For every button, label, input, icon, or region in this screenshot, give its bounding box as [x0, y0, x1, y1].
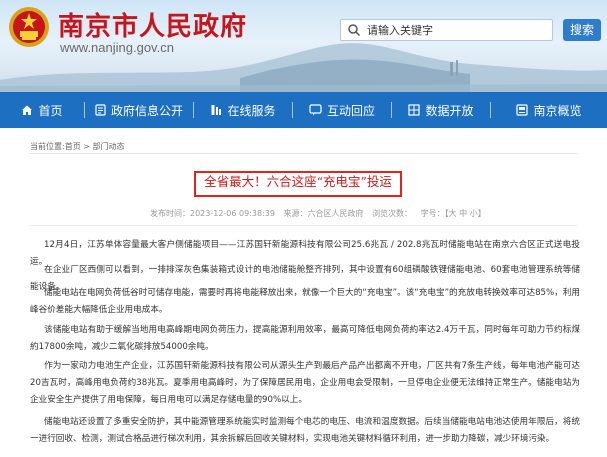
home-icon [21, 104, 33, 116]
article-meta: 发布时间：2023-12-06 09:38:39 来源：六合区人民政府 浏览次数… [150, 208, 492, 219]
divider [30, 225, 577, 226]
view-count: 浏览次数： [372, 209, 413, 218]
nav-label: 政府信息公开 [110, 103, 183, 118]
nav-item-overview[interactable]: 南京概览 [491, 92, 607, 128]
service-icon [210, 104, 222, 116]
article-title: 全省最大！六合这座“充电宝”投运 [204, 174, 392, 189]
search-input[interactable] [367, 22, 547, 38]
article-paragraph: 该储能电站有助于缓解当地用电高峰期电网负荷压力，提高能源利用效率，最高可降低电网… [30, 325, 580, 352]
national-emblem-logo [9, 7, 49, 47]
document-icon [95, 104, 106, 116]
search-button[interactable]: 搜索 [563, 19, 601, 41]
article-paragraph: 作为一家动力电池生产企业，江苏国轩新能源科技有限公司从源头生产到最后产品产出都离… [30, 361, 580, 405]
article-paragraph: 储能电站在电网负荷低谷时可储存电能，需要时再将电能释放出来，就像一个巨大的“充电… [30, 288, 580, 315]
nav-item-interaction[interactable]: 互动回应 [293, 92, 391, 128]
article-source: 来源：六合区人民政府 [283, 209, 364, 218]
site-header: 南京市人民政府 www.nanjing.gov.cn 搜索 [0, 0, 607, 92]
font-size-switch[interactable]: 字号：【大 中 小】 [421, 209, 486, 218]
breadcrumb[interactable]: 当前位置:首页 > 部门动态 [30, 141, 124, 152]
overview-icon [516, 104, 529, 116]
article-paragraph: 储能电站还设置了多重安全防护，其中能源管理系统能实时监测每个电芯的电压、电流和温… [30, 417, 580, 444]
nav-label: 在线服务 [227, 103, 276, 118]
search-icon [348, 24, 361, 37]
nav-item-gov-info[interactable]: 政府信息公开 [85, 92, 193, 128]
site-title[interactable]: 南京市人民政府 [58, 6, 247, 43]
nav-label: 南京概览 [533, 103, 582, 118]
chat-icon [309, 104, 322, 116]
nav-item-home[interactable]: 首页 [0, 92, 84, 128]
nav-label: 数据开放 [425, 103, 474, 118]
nav-label: 首页 [38, 103, 63, 118]
divider [30, 153, 577, 154]
publish-date: 发布时间：2023-12-06 09:38:39 [150, 209, 275, 218]
main-nav: 首页 政府信息公开 在线服务 互动回应 数据开放 南京概览 [0, 92, 607, 128]
data-icon [408, 104, 421, 116]
nav-item-online-service[interactable]: 在线服务 [194, 92, 292, 128]
nav-label: 互动回应 [326, 103, 375, 118]
site-url: www.nanjing.gov.cn [60, 40, 174, 55]
search-box [340, 19, 553, 41]
nav-item-open-data[interactable]: 数据开放 [392, 92, 490, 128]
